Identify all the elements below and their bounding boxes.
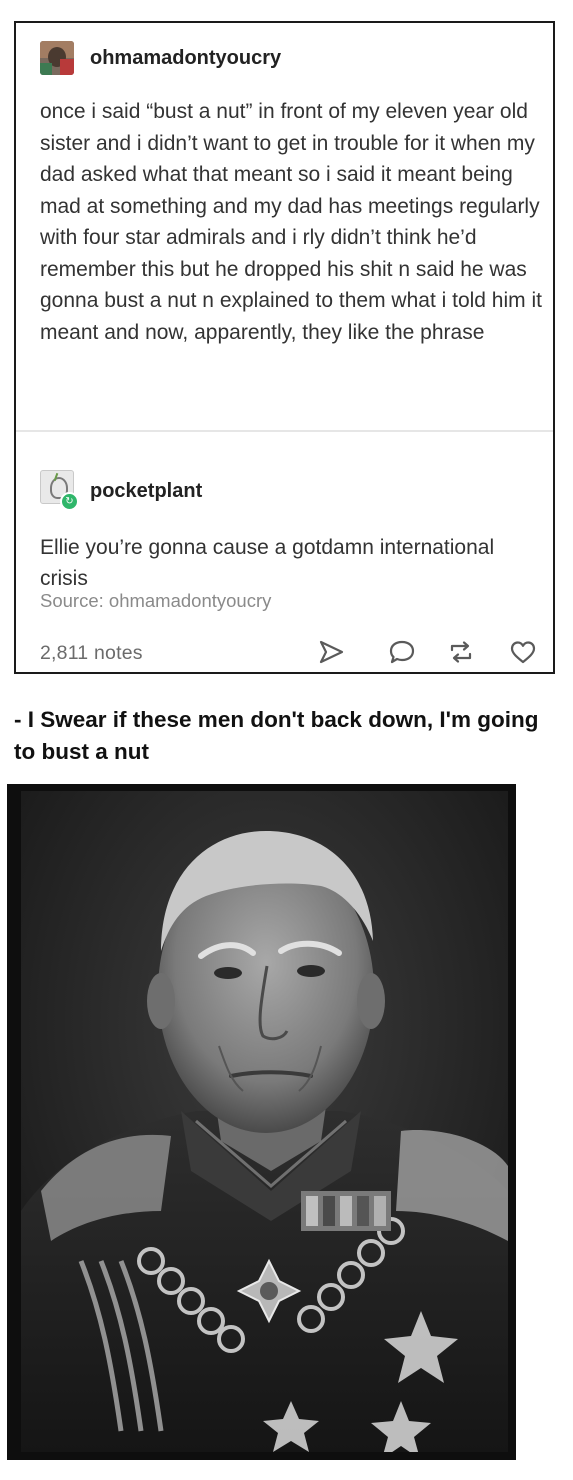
- reply-icon[interactable]: [387, 637, 417, 667]
- original-post: ohmamadontyoucry once i said “bust a nut…: [16, 23, 553, 431]
- photo-frame: [7, 784, 516, 1460]
- source-label: Source:: [40, 590, 104, 611]
- user-avatar-icon[interactable]: [40, 41, 74, 75]
- original-post-text: once i said “bust a nut” in front of my …: [40, 100, 542, 344]
- reblog-badge-icon: ↻: [60, 492, 79, 511]
- meme-caption: - I Swear if these men don't back down, …: [14, 707, 539, 764]
- reblog-username[interactable]: pocketplant: [90, 480, 202, 503]
- notes-count[interactable]: 2,811 notes: [40, 642, 143, 665]
- post-footer: 2,811 notes: [16, 629, 553, 674]
- share-icon[interactable]: [316, 637, 346, 667]
- post-source[interactable]: Source: ohmamadontyoucry: [40, 590, 271, 612]
- admiral-portrait-photo: [21, 791, 508, 1452]
- notes-label: notes: [93, 642, 143, 664]
- tumblr-post-card: ohmamadontyoucry once i said “bust a nut…: [14, 21, 555, 674]
- notes-number: 2,811: [40, 642, 89, 664]
- reblog-post-text: Ellie you’re gonna cause a gotdamn inter…: [40, 536, 495, 590]
- source-name[interactable]: ohmamadontyoucry: [109, 590, 271, 611]
- reblog-icon[interactable]: [446, 637, 476, 667]
- original-post-username[interactable]: ohmamadontyoucry: [90, 47, 281, 70]
- heart-icon[interactable]: [508, 637, 538, 667]
